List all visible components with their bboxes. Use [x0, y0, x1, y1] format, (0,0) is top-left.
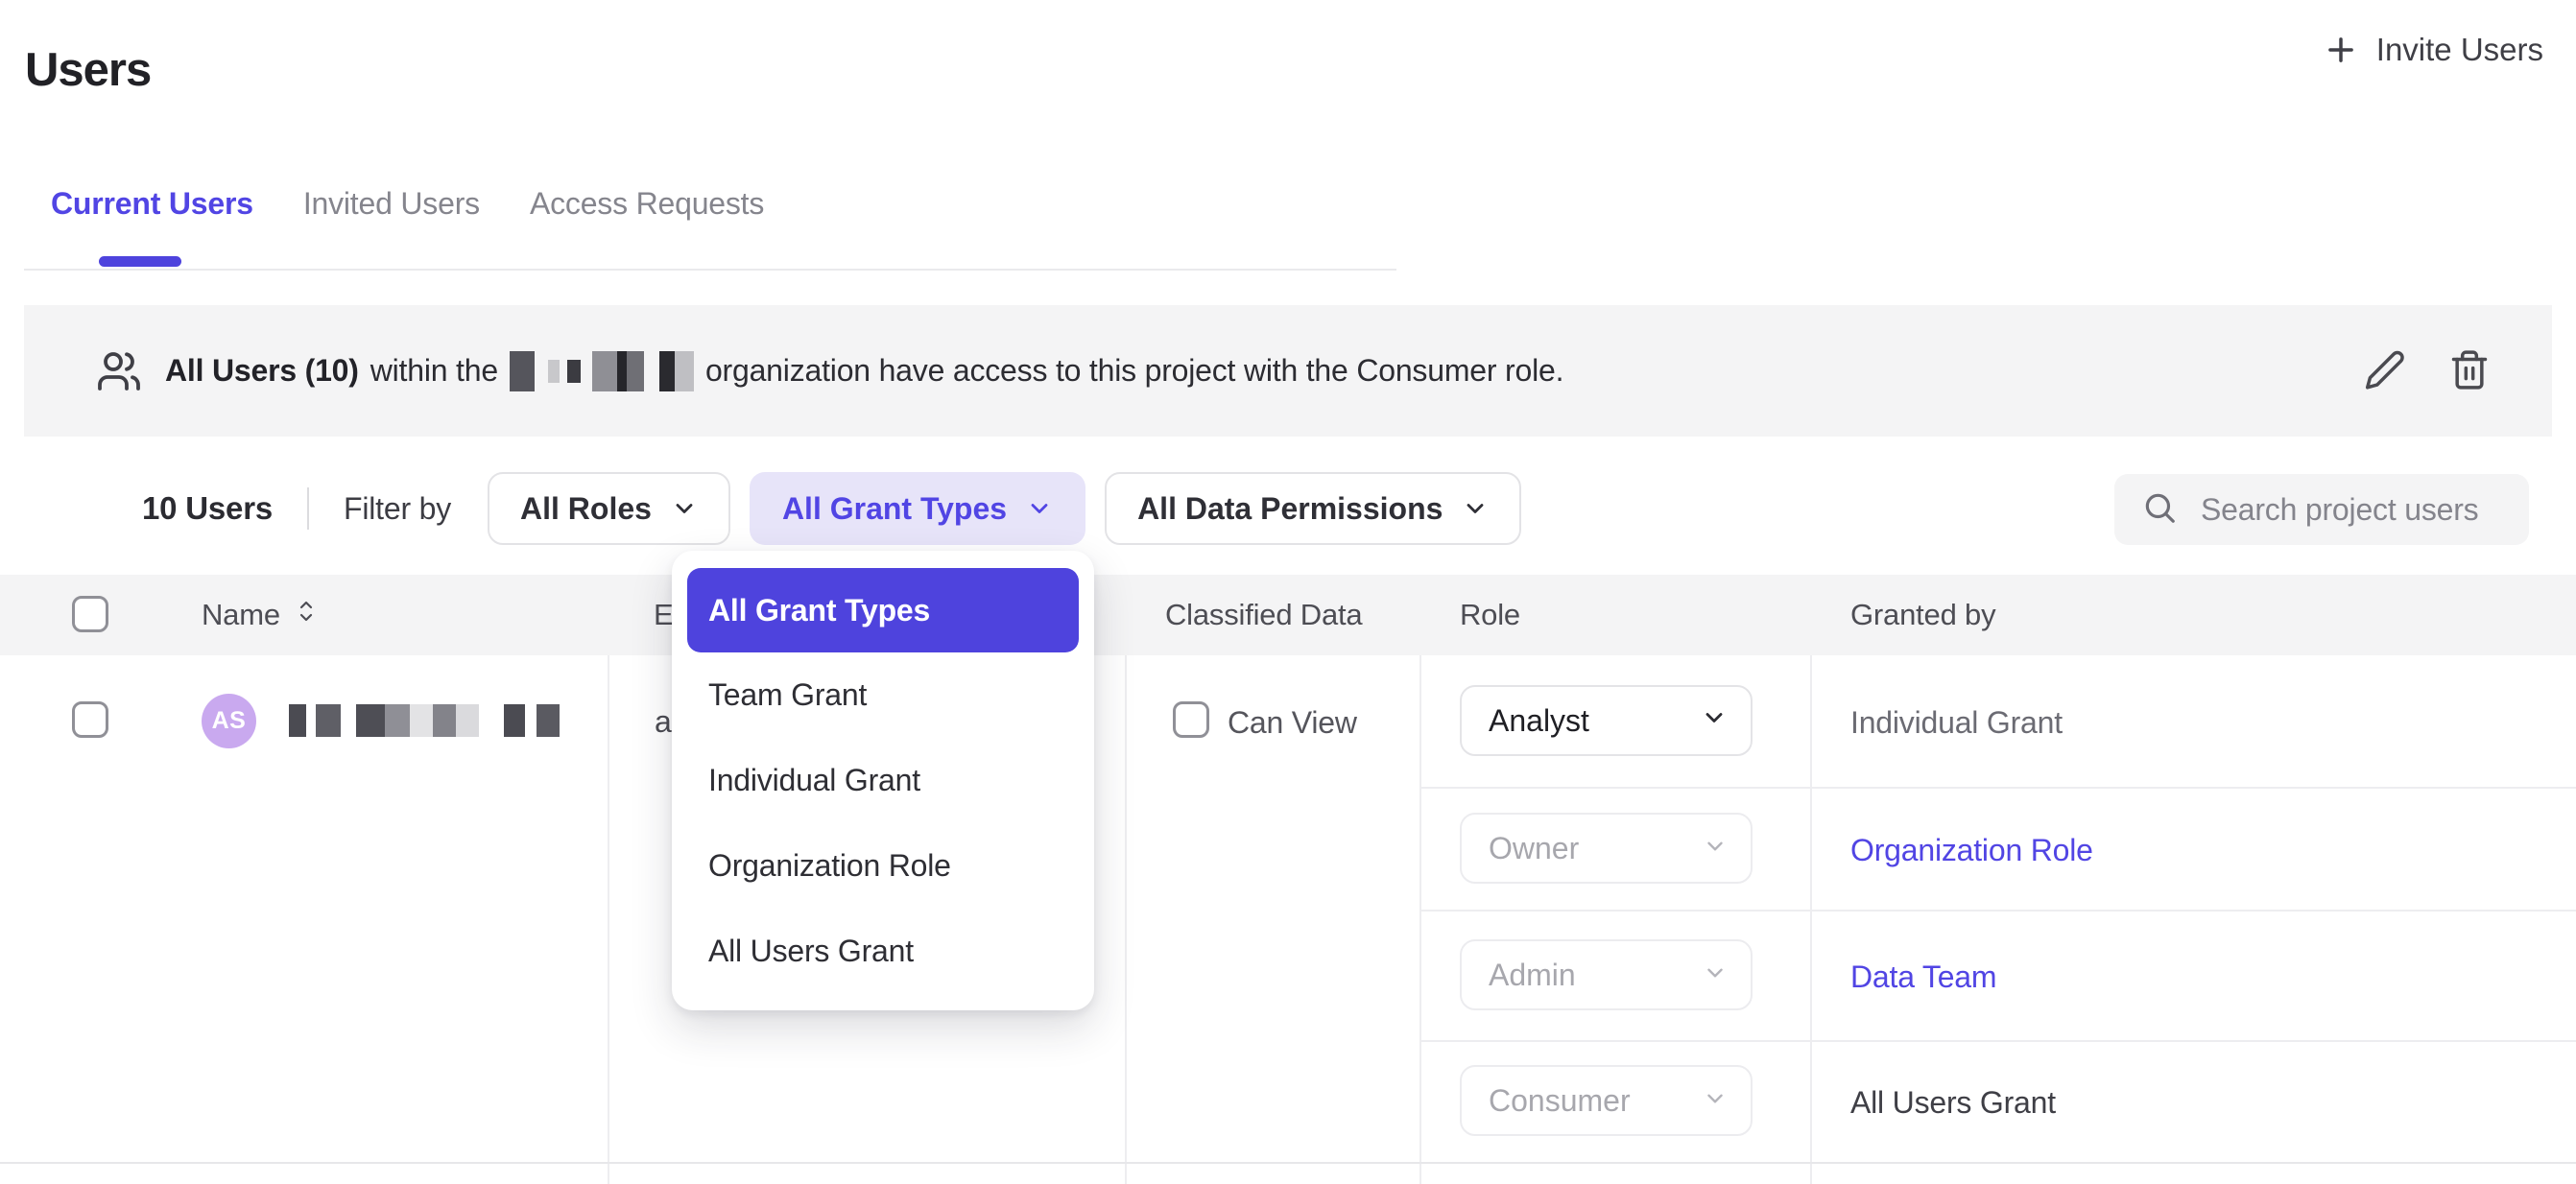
granted-by-all-users-grant: All Users Grant — [1850, 1085, 2056, 1121]
tab-access-requests[interactable]: Access Requests — [530, 186, 764, 222]
page-title: Users — [25, 43, 151, 97]
role-select-analyst[interactable]: Analyst — [1460, 685, 1753, 756]
role-select-consumer: Consumer — [1460, 1065, 1753, 1136]
redacted-user-name — [289, 704, 560, 737]
search-icon — [2141, 489, 2199, 531]
user-count: 10 Users — [142, 490, 273, 527]
roles-filter-label: All Roles — [520, 491, 652, 527]
granted-by-organization-role-link[interactable]: Organization Role — [1850, 833, 2093, 868]
grant-types-filter-dropdown[interactable]: All Grant Types — [750, 472, 1085, 545]
invite-users-label: Invite Users — [2376, 32, 2543, 68]
chevron-down-icon — [1462, 495, 1489, 522]
column-header-email: E — [654, 598, 673, 632]
chevron-down-icon — [1026, 495, 1053, 522]
can-view-checkbox[interactable] — [1173, 701, 1209, 738]
dropdown-option-organization-role[interactable]: Organization Role — [672, 823, 1094, 909]
role-select-owner: Owner — [1460, 813, 1753, 884]
avatar: AS — [202, 694, 256, 748]
delete-grant-button[interactable] — [2445, 344, 2494, 397]
grant-types-filter-label: All Grant Types — [782, 491, 1007, 527]
tab-bar: Current Users Invited Users Access Reque… — [51, 186, 764, 222]
chevron-down-icon — [1703, 831, 1728, 866]
roles-filter-dropdown[interactable]: All Roles — [488, 472, 730, 545]
active-tab-indicator — [99, 256, 181, 267]
table-header: Name E Classified Data Role Granted by — [0, 575, 2576, 655]
dropdown-option-all-users-grant[interactable]: All Users Grant — [672, 909, 1094, 994]
dropdown-option-team-grant[interactable]: Team Grant — [672, 652, 1094, 738]
plus-icon — [2323, 32, 2359, 68]
chevron-down-icon — [1701, 703, 1728, 739]
user-email: a — [655, 704, 672, 740]
data-permissions-filter-dropdown[interactable]: All Data Permissions — [1105, 472, 1521, 545]
column-divider — [1419, 655, 1421, 1184]
dropdown-option-individual-grant[interactable]: Individual Grant — [672, 738, 1094, 823]
select-all-checkbox[interactable] — [72, 596, 108, 632]
role-select-value: Admin — [1489, 958, 1576, 993]
row-divider — [0, 1162, 2576, 1164]
banner-text: All Users (10) within the organization h… — [165, 351, 1563, 391]
dropdown-options: Team Grant Individual Grant Organization… — [672, 652, 1094, 994]
users-page: Users Invite Users Current Users Invited… — [0, 0, 2576, 1184]
row-divider — [1419, 910, 2576, 912]
users-group-icon — [96, 348, 142, 394]
name-header-label: Name — [202, 598, 280, 632]
granted-by-individual-grant: Individual Grant — [1850, 705, 2063, 741]
search-box — [2114, 474, 2529, 545]
banner-highlight: All Users (10) — [165, 353, 359, 389]
grant-types-dropdown-menu: All Grant Types Team Grant Individual Gr… — [672, 551, 1094, 1010]
column-header-name[interactable]: Name — [202, 595, 317, 635]
role-select-value: Analyst — [1489, 703, 1589, 739]
banner-text-after-org: organization have access to this project… — [705, 353, 1563, 389]
sort-icon — [296, 595, 317, 635]
role-select-value: Owner — [1489, 831, 1579, 866]
redacted-org-name — [510, 351, 694, 391]
chevron-down-icon — [1703, 1083, 1728, 1119]
row-checkbox[interactable] — [72, 701, 108, 738]
banner-text-before-org: within the — [370, 353, 498, 389]
filter-divider — [307, 487, 309, 530]
pencil-icon — [2364, 348, 2406, 393]
column-divider — [1810, 655, 1812, 1184]
column-divider — [608, 655, 609, 1184]
column-header-role: Role — [1460, 598, 1520, 632]
granted-by-data-team-link[interactable]: Data Team — [1850, 959, 1996, 995]
chevron-down-icon — [671, 495, 698, 522]
column-divider — [1125, 655, 1127, 1184]
column-header-classified-data: Classified Data — [1165, 598, 1362, 632]
all-users-banner: All Users (10) within the organization h… — [24, 305, 2552, 437]
edit-grant-button[interactable] — [2360, 344, 2410, 397]
can-view-label: Can View — [1228, 705, 1357, 741]
role-select-value: Consumer — [1489, 1083, 1631, 1119]
chevron-down-icon — [1703, 958, 1728, 993]
row-divider — [1419, 787, 2576, 789]
filter-bar: 10 Users Filter by All Roles All Grant T… — [142, 472, 1540, 545]
tab-invited-users[interactable]: Invited Users — [303, 186, 480, 222]
banner-actions — [2360, 344, 2494, 397]
role-select-admin: Admin — [1460, 939, 1753, 1010]
invite-users-button[interactable]: Invite Users — [2317, 31, 2549, 69]
trash-icon — [2448, 348, 2491, 393]
data-permissions-filter-label: All Data Permissions — [1137, 491, 1443, 527]
dropdown-option-all-grant-types[interactable]: All Grant Types — [687, 568, 1079, 652]
column-header-granted-by: Granted by — [1850, 598, 1995, 632]
filter-by-label: Filter by — [344, 491, 451, 527]
row-divider — [1419, 1040, 2576, 1042]
tab-divider — [24, 269, 1396, 271]
tab-current-users[interactable]: Current Users — [51, 186, 253, 222]
search-input[interactable] — [2199, 491, 2519, 529]
